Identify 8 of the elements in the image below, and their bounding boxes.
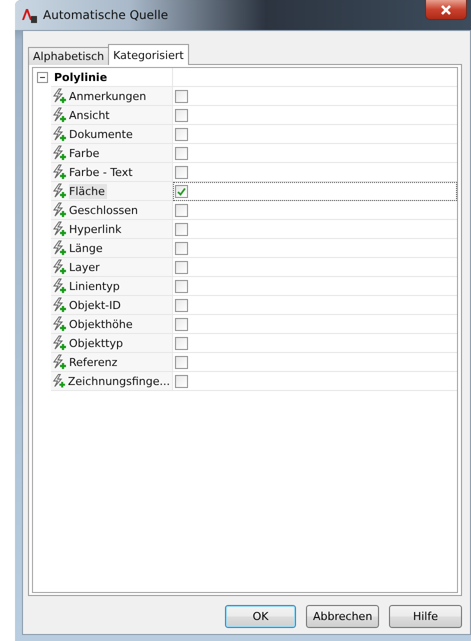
tab[interactable]: Kategorisiert — [108, 44, 189, 65]
dialog-button[interactable]: Hilfe — [389, 605, 462, 628]
dialog-button[interactable]: Abbrechen — [306, 605, 379, 628]
window-title: Automatische Quelle — [43, 8, 168, 22]
property-name[interactable]: Fläche — [69, 184, 107, 198]
tab[interactable]: Alphabetisch — [28, 47, 110, 65]
category-label: Polylinie — [53, 70, 108, 84]
dialog-button[interactable]: OK — [225, 605, 296, 628]
